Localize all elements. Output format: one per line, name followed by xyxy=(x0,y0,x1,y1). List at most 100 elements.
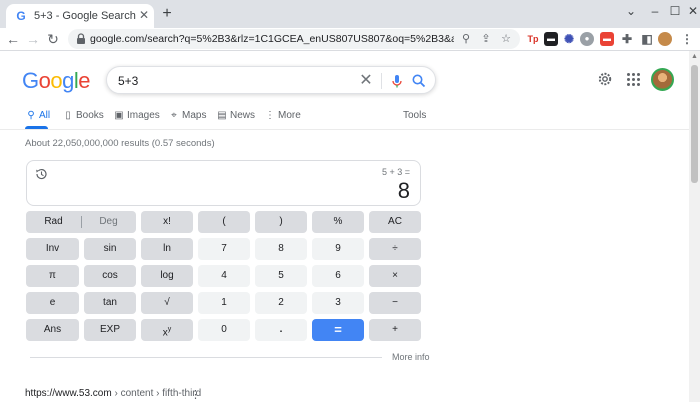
scroll-up-icon[interactable]: ▲ xyxy=(691,53,698,60)
sqrt-key[interactable]: √ xyxy=(141,292,193,314)
address-bar[interactable]: google.com/search?q=5%2B3&rlz=1C1GCEA_en… xyxy=(68,29,520,49)
google-favicon-icon: G xyxy=(16,9,26,23)
microphone-icon[interactable] xyxy=(389,73,405,89)
all-clear-key[interactable]: AC xyxy=(369,211,421,233)
toolbar-divider xyxy=(0,50,700,51)
browser-tab[interactable]: G 5+3 - Google Search ✕ xyxy=(6,4,154,28)
extensions-puzzle-icon[interactable]: ✚ xyxy=(620,32,634,46)
search-icon: ⚲ xyxy=(27,110,35,121)
minus-key[interactable]: − xyxy=(369,292,421,314)
answer-key[interactable]: Ans xyxy=(26,319,79,341)
extension-grey-icon[interactable]: ● xyxy=(580,32,594,46)
tab-label: News xyxy=(230,110,256,121)
forward-icon[interactable]: → xyxy=(24,30,42,48)
tab-news[interactable]: ▤ News xyxy=(216,110,255,130)
factorial-key[interactable]: x! xyxy=(141,211,193,233)
location-pin-icon[interactable]: ⚲ xyxy=(458,31,474,47)
right-paren-key[interactable]: ) xyxy=(255,211,307,233)
digit-7-key[interactable]: 7 xyxy=(198,238,250,260)
reload-icon[interactable]: ↻ xyxy=(44,30,62,48)
digit-9-key[interactable]: 9 xyxy=(312,238,364,260)
percent-key[interactable]: % xyxy=(312,211,364,233)
power-key[interactable]: xy xyxy=(141,319,193,341)
more-info-link[interactable]: More info xyxy=(392,352,430,362)
digit-3-key[interactable]: 3 xyxy=(312,292,364,314)
profile-avatar-icon[interactable] xyxy=(658,32,672,46)
apps-grid-icon[interactable] xyxy=(624,70,642,88)
search-input[interactable] xyxy=(118,72,348,90)
digit-5-key[interactable]: 5 xyxy=(255,265,307,287)
decimal-point-key[interactable]: . xyxy=(255,319,307,341)
clear-search-icon[interactable]: ✕ xyxy=(357,72,375,90)
result-options-kebab-icon[interactable]: ⋮ xyxy=(190,388,201,401)
tabs-divider xyxy=(0,129,689,130)
back-icon[interactable]: ← xyxy=(4,30,22,48)
tab-more[interactable]: ⋮ More xyxy=(264,110,301,130)
url-text: google.com/search?q=5%2B3&rlz=1C1GCEA_en… xyxy=(90,33,454,45)
cos-key[interactable]: cos xyxy=(84,265,136,287)
scrollbar-thumb[interactable] xyxy=(691,65,698,183)
pi-key[interactable]: π xyxy=(26,265,79,287)
page-scrollbar[interactable]: ▲ xyxy=(689,51,700,402)
power-exponent: y xyxy=(167,326,172,333)
tan-key[interactable]: tan xyxy=(84,292,136,314)
rad-key[interactable]: Rad xyxy=(26,211,81,233)
divide-key[interactable]: ÷ xyxy=(369,238,421,260)
google-logo[interactable]: Google xyxy=(22,68,91,94)
ln-key[interactable]: ln xyxy=(141,238,193,260)
browser-toolbar: ← → ↻ google.com/search?q=5%2B3&rlz=1C1G… xyxy=(0,28,700,50)
extension-red-icon[interactable]: ▬ xyxy=(600,32,614,46)
log-key[interactable]: log xyxy=(141,265,193,287)
tab-images[interactable]: ▣ Images xyxy=(113,110,160,130)
settings-gear-icon[interactable] xyxy=(597,71,613,87)
digit-2-key[interactable]: 2 xyxy=(255,292,307,314)
rad-deg-toggle[interactable]: Rad Deg xyxy=(26,211,136,233)
tab-title: 5+3 - Google Search xyxy=(34,10,136,22)
chrome-menu-icon[interactable]: ⋮ xyxy=(680,32,694,46)
calculator-result: 8 xyxy=(397,178,410,203)
tab-label: Books xyxy=(76,110,104,121)
inverse-key[interactable]: Inv xyxy=(26,238,79,260)
tab-label: More xyxy=(278,110,301,121)
exp-key[interactable]: EXP xyxy=(84,319,136,341)
result-cite[interactable]: https://www.53.com › content › fifth-thi… xyxy=(25,388,201,399)
sin-key[interactable]: sin xyxy=(84,238,136,260)
minimize-icon[interactable]: – xyxy=(644,3,666,19)
deg-key[interactable]: Deg xyxy=(81,211,136,233)
plus-key[interactable]: + xyxy=(369,319,421,341)
side-panel-icon[interactable]: ◧ xyxy=(640,32,654,46)
cite-path: › content › fifth-third xyxy=(111,388,202,399)
tp-extension-icon[interactable]: Tp xyxy=(526,32,540,46)
search-icon[interactable] xyxy=(411,73,427,89)
multiply-key[interactable]: × xyxy=(369,265,421,287)
digit-4-key[interactable]: 4 xyxy=(198,265,250,287)
tools-button[interactable]: Tools xyxy=(403,110,426,130)
search-box[interactable]: ✕ xyxy=(106,66,436,94)
close-window-icon[interactable]: ✕ xyxy=(682,3,700,19)
equals-key[interactable]: = xyxy=(312,319,364,341)
digit-0-key[interactable]: 0 xyxy=(198,319,250,341)
digit-6-key[interactable]: 6 xyxy=(312,265,364,287)
logo-letter: G xyxy=(22,68,39,93)
browser-tab-strip: G 5+3 - Google Search ✕ + ⌄ – ☐ ✕ xyxy=(0,0,700,28)
digit-1-key[interactable]: 1 xyxy=(198,292,250,314)
e-key[interactable]: e xyxy=(26,292,79,314)
extension-gear-icon[interactable]: ✺ xyxy=(562,32,576,46)
logo-letter: e xyxy=(78,68,91,93)
calculator-display: 5 + 3 = 8 xyxy=(26,160,421,206)
chevron-down-icon[interactable]: ⌄ xyxy=(620,3,642,19)
new-tab-icon[interactable]: + xyxy=(159,6,175,22)
bookmark-star-icon[interactable]: ☆ xyxy=(498,31,514,47)
digit-8-key[interactable]: 8 xyxy=(255,238,307,260)
share-icon[interactable]: ⇪ xyxy=(478,31,494,47)
left-paren-key[interactable]: ( xyxy=(198,211,250,233)
close-tab-icon[interactable]: ✕ xyxy=(137,8,151,22)
tab-books[interactable]: ▯ Books xyxy=(62,110,104,130)
tab-maps[interactable]: ⌖ Maps xyxy=(168,110,206,130)
news-icon: ▤ xyxy=(217,110,227,121)
extension-dark-icon[interactable]: ▬ xyxy=(544,32,558,46)
tab-label: All xyxy=(39,110,51,121)
history-icon[interactable] xyxy=(34,167,48,181)
account-avatar[interactable] xyxy=(651,68,674,91)
image-icon: ▣ xyxy=(114,110,124,121)
